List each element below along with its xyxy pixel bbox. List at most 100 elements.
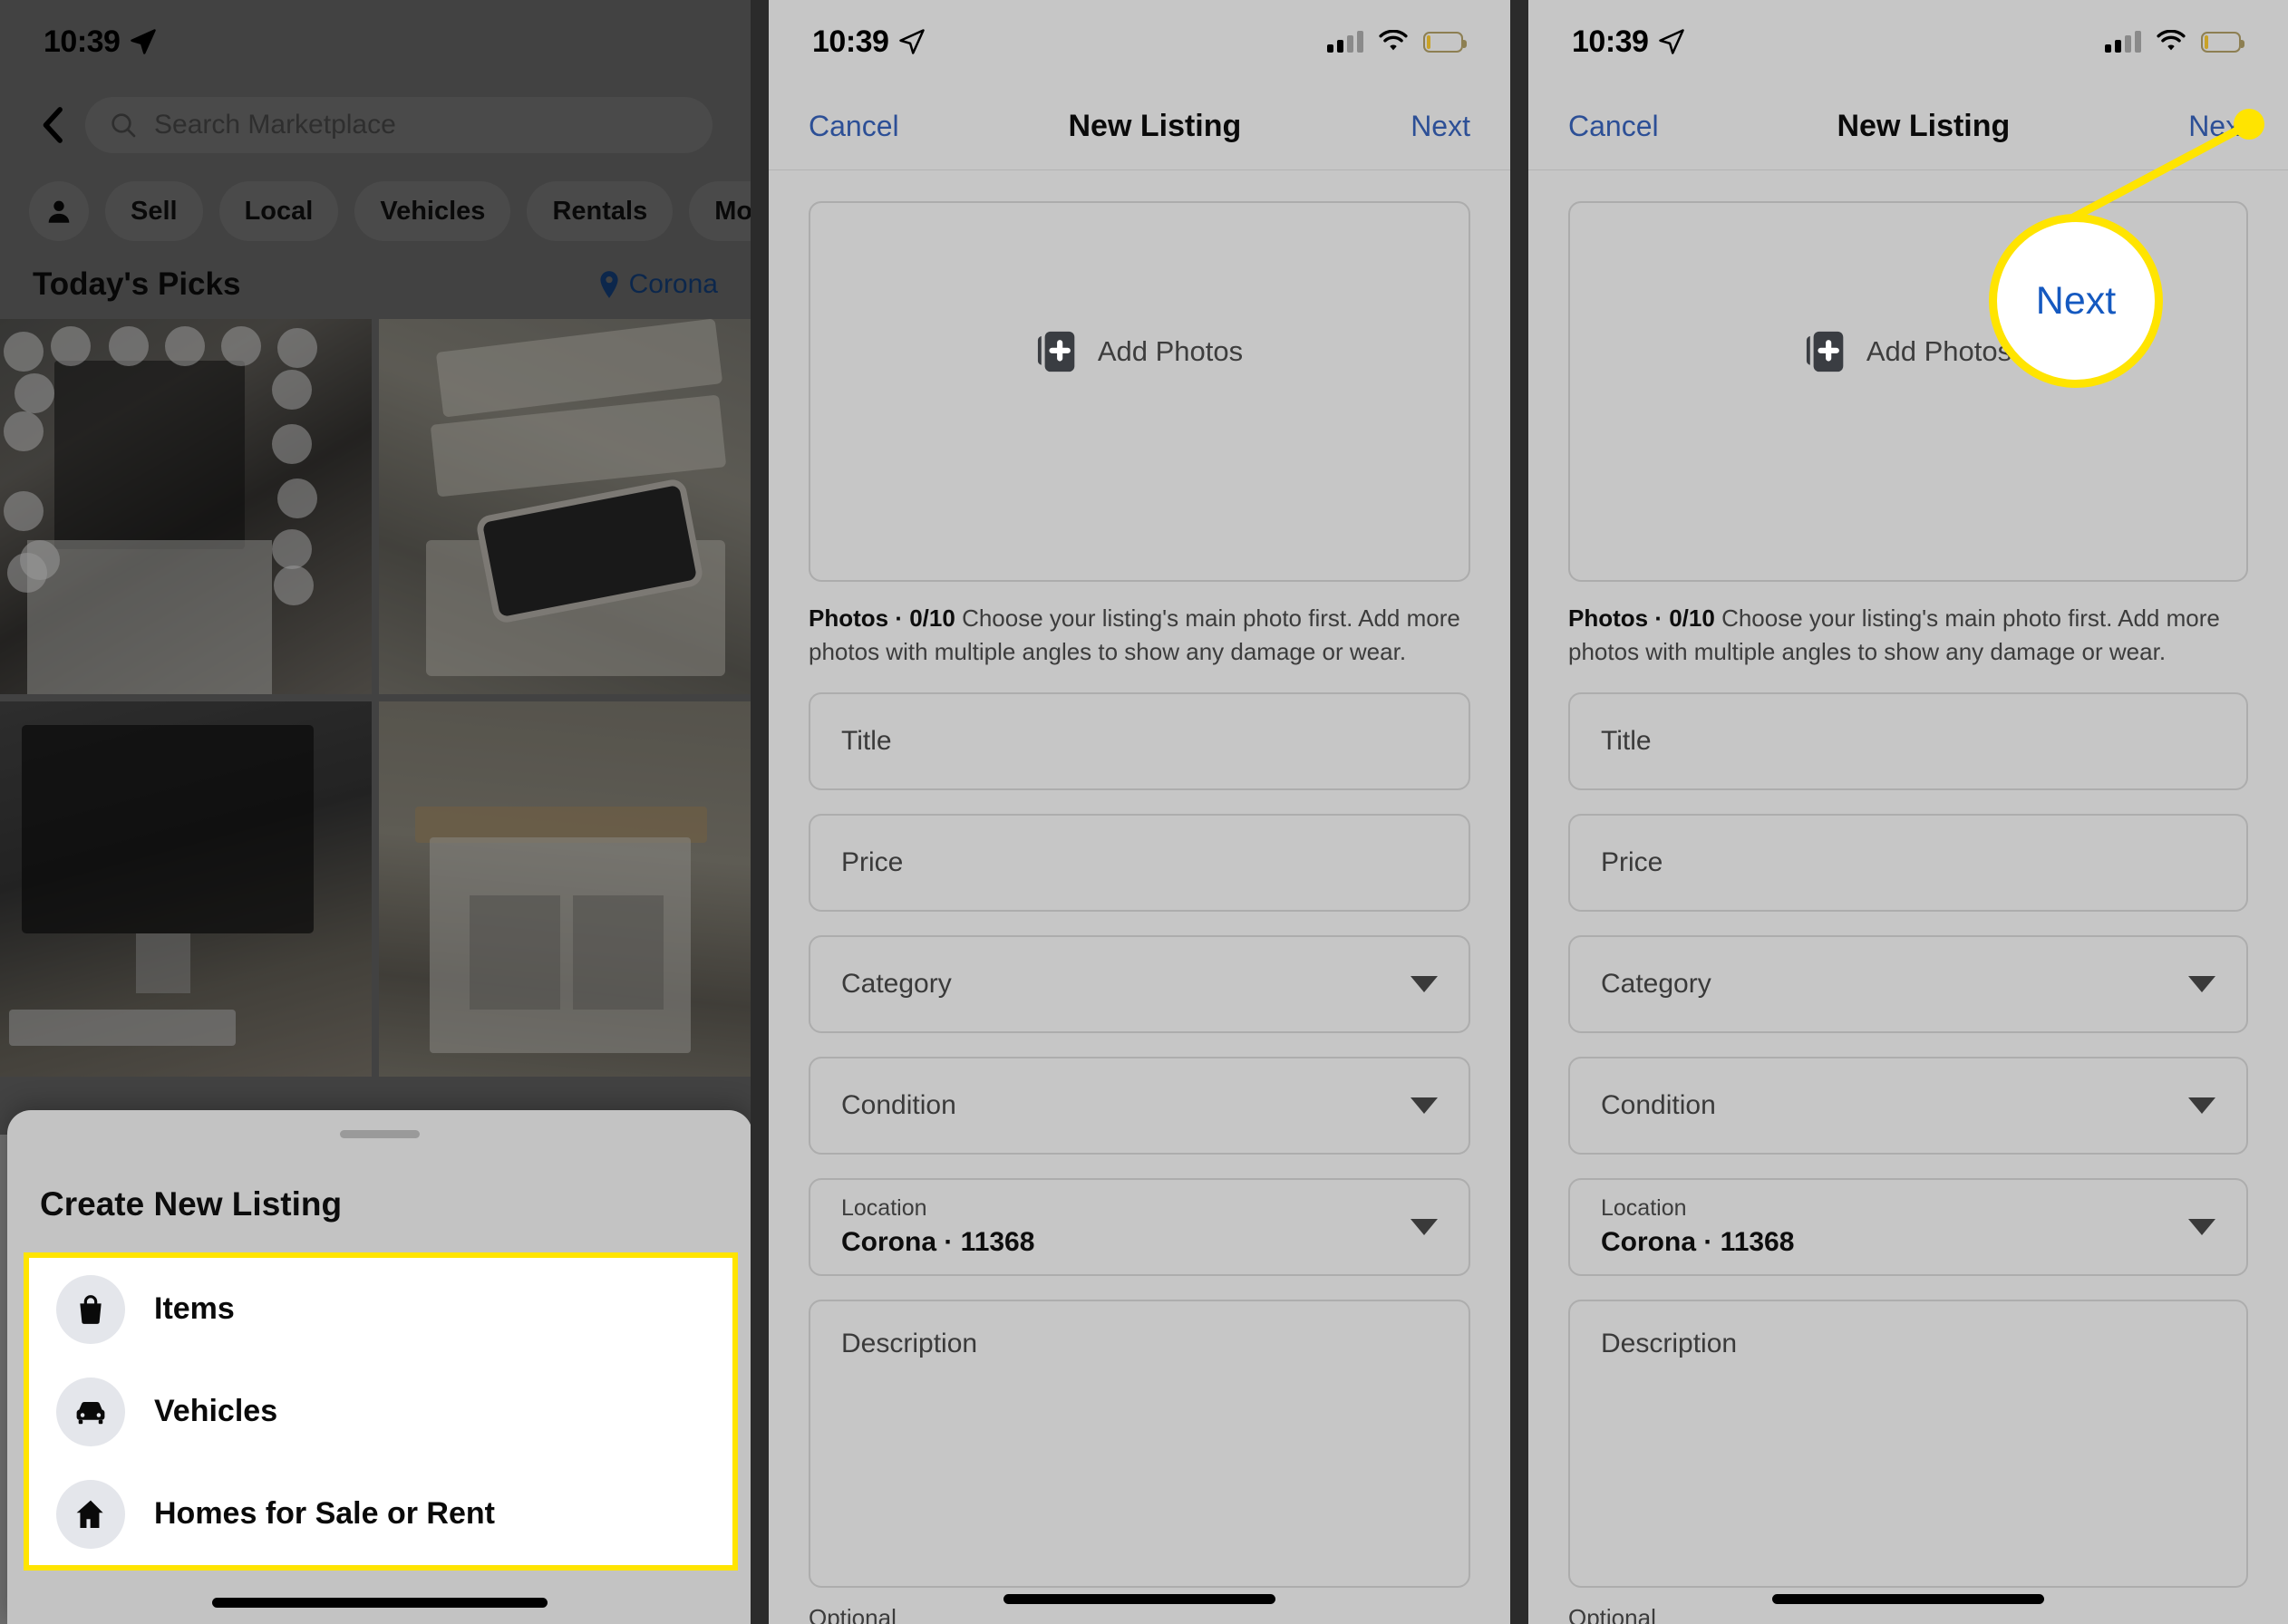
listing-form-right: Add Photos Photos · 0/10 Choose your lis…	[1528, 170, 2288, 1624]
navigation-bar-mid: Cancel New Listing Next	[769, 83, 1510, 170]
imac-stand-shape	[136, 933, 190, 993]
add-photos-inner: Add Photos	[1805, 328, 2012, 375]
status-time: 10:39	[1572, 24, 1649, 59]
location-select-label: Location	[841, 1195, 927, 1222]
price-field[interactable]: Price	[1568, 813, 2248, 912]
location-link[interactable]: Corona	[597, 269, 718, 300]
cellular-signal-icon	[2105, 31, 2141, 53]
status-bar-mid-left: 10:39	[812, 24, 926, 60]
navigation-bar-right: Cancel New Listing Next	[1528, 83, 2288, 170]
profile-icon	[48, 200, 70, 223]
category-chip-row: Sell Local Vehicles Rentals More	[0, 167, 751, 241]
sheet-option-vehicles[interactable]: Vehicles	[29, 1360, 732, 1463]
chevron-down-icon	[2188, 1097, 2215, 1114]
chevron-down-icon	[2188, 975, 2215, 992]
add-photos-icon	[1805, 328, 1850, 375]
status-time: 10:39	[44, 24, 121, 59]
cancel-button[interactable]: Cancel	[1568, 110, 1659, 143]
sheet-option-homes[interactable]: Homes for Sale or Rent	[29, 1463, 732, 1565]
condition-select-label: Condition	[841, 1089, 956, 1120]
photo-iphone-boxes[interactable]	[379, 319, 751, 694]
todays-picks-header: Today's Picks Corona	[0, 241, 751, 319]
mirror-shape	[54, 361, 245, 549]
location-select-value: Corona · 11368	[841, 1227, 1035, 1258]
chevron-down-icon	[2188, 1218, 2215, 1235]
search-input[interactable]: Search Marketplace	[85, 97, 713, 153]
cancel-button[interactable]: Cancel	[809, 110, 899, 143]
chip-sell[interactable]: Sell	[105, 181, 203, 241]
location-label: Corona	[628, 269, 718, 299]
chip-sell-label: Sell	[131, 196, 178, 226]
next-button[interactable]: Next	[1411, 110, 1470, 143]
chip-more[interactable]: More	[689, 181, 751, 241]
callout-label: Next	[2035, 278, 2117, 323]
nav-title: New Listing	[1837, 109, 2011, 143]
sheet-option-items-label: Items	[154, 1291, 235, 1326]
status-bar-mid: 10:39	[769, 0, 1510, 83]
cellular-signal-icon	[1327, 31, 1363, 53]
location-arrow-icon	[131, 29, 157, 54]
sheet-option-items[interactable]: Items	[29, 1258, 732, 1360]
search-icon	[111, 113, 136, 138]
photo-vanity-mirror-desk[interactable]	[0, 319, 372, 694]
imac-screen-shape	[22, 725, 314, 933]
home-indicator-left	[212, 1598, 548, 1608]
description-field[interactable]: Description	[809, 1299, 1470, 1588]
add-photos-label: Add Photos	[1097, 335, 1244, 367]
chip-more-label: More	[714, 196, 751, 226]
location-select-label: Location	[1601, 1195, 1687, 1222]
optional-label: Optional	[809, 1603, 897, 1624]
marketplace-search-row: Search Marketplace	[0, 83, 751, 167]
status-bar-right: 10:39	[1528, 0, 2288, 83]
battery-icon	[1423, 31, 1467, 53]
chip-rentals-label: Rentals	[552, 196, 648, 226]
add-photos-inner: Add Photos	[1036, 328, 1243, 375]
wifi-icon	[2157, 30, 2186, 51]
category-select[interactable]: Category	[1568, 934, 2248, 1033]
house-icon	[56, 1479, 125, 1549]
sheet-title: Create New Listing	[40, 1185, 343, 1223]
condition-select-label: Condition	[1601, 1089, 1716, 1120]
chip-profile[interactable]	[29, 181, 89, 241]
location-select[interactable]: Location Corona · 11368	[1568, 1177, 2248, 1276]
sheet-grabber[interactable]	[340, 1130, 420, 1138]
title-field[interactable]: Title	[1568, 691, 2248, 790]
price-field-label: Price	[1601, 846, 1663, 877]
description-field[interactable]: Description	[1568, 1299, 2248, 1588]
location-select[interactable]: Location Corona · 11368	[809, 1177, 1470, 1276]
back-chevron-icon[interactable]	[38, 105, 69, 145]
category-select-label: Category	[841, 968, 952, 999]
status-bar-right-left: 10:39	[1572, 24, 1685, 60]
home-indicator-mid	[1003, 1594, 1275, 1604]
condition-select[interactable]: Condition	[809, 1056, 1470, 1155]
chip-rentals[interactable]: Rentals	[527, 181, 674, 241]
shopping-bag-icon	[56, 1274, 125, 1344]
title-field-label: Title	[1601, 725, 1652, 756]
page-title: Today's Picks	[33, 266, 241, 302]
price-field[interactable]: Price	[809, 813, 1470, 912]
category-select[interactable]: Category	[809, 934, 1470, 1033]
keyboard-shape	[9, 1010, 236, 1046]
callout-bubble: Next	[1989, 214, 2163, 388]
photo-imac-desktop[interactable]	[0, 701, 372, 1077]
condition-select[interactable]: Condition	[1568, 1056, 2248, 1155]
location-select-value: Corona · 11368	[1601, 1227, 1795, 1258]
car-icon	[56, 1377, 125, 1446]
create-listing-sheet: Create New Listing Items Vehicles Homes …	[7, 1110, 751, 1624]
chip-vehicles[interactable]: Vehicles	[354, 181, 511, 241]
panel-divider-1	[751, 0, 769, 1624]
description-field-label: Description	[1601, 1328, 1738, 1358]
category-select-label: Category	[1601, 968, 1711, 999]
add-photos-icon	[1036, 328, 1081, 375]
photo-kitchen-cart[interactable]	[379, 701, 751, 1077]
nav-title: New Listing	[1068, 109, 1242, 143]
photos-count: Photos · 0/10	[809, 604, 955, 632]
desk-top-shape	[27, 540, 272, 694]
chip-local[interactable]: Local	[218, 181, 339, 241]
add-photos-dropzone[interactable]: Add Photos	[809, 201, 1470, 582]
chevron-down-icon	[1411, 975, 1438, 992]
title-field[interactable]: Title	[809, 691, 1470, 790]
photos-hint: Photos · 0/10 Choose your listing's main…	[809, 602, 1470, 669]
photos-hint: Photos · 0/10 Choose your listing's main…	[1568, 602, 2248, 669]
status-time: 10:39	[812, 24, 889, 59]
